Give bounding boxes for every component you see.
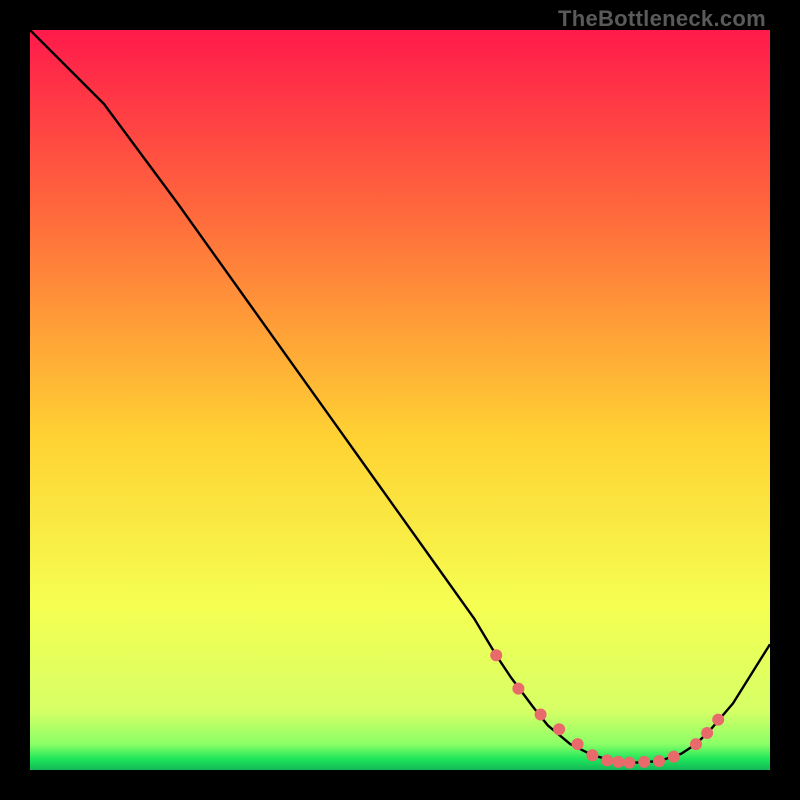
marker-point	[653, 755, 665, 767]
marker-point	[535, 709, 547, 721]
marker-point	[601, 754, 613, 766]
marker-point	[712, 714, 724, 726]
marker-point	[701, 727, 713, 739]
marker-point	[553, 723, 565, 735]
marker-point	[668, 751, 680, 763]
marker-point	[490, 649, 502, 661]
marker-point	[512, 683, 524, 695]
chart-svg	[30, 30, 770, 770]
marker-point	[638, 756, 650, 768]
marker-point	[690, 738, 702, 750]
watermark: TheBottleneck.com	[558, 6, 766, 32]
marker-point	[612, 756, 624, 768]
chart-frame: TheBottleneck.com	[0, 0, 800, 800]
marker-point	[586, 749, 598, 761]
marker-point	[572, 738, 584, 750]
gradient-background	[30, 30, 770, 770]
plot-area	[30, 30, 770, 770]
marker-point	[623, 757, 635, 769]
